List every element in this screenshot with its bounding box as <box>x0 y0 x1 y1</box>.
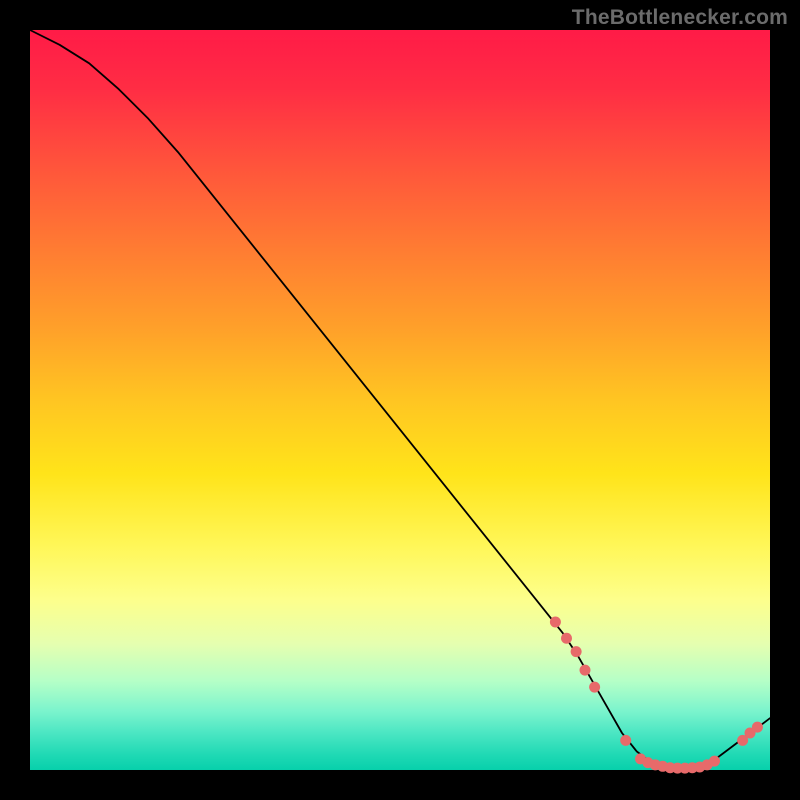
data-point <box>561 633 572 644</box>
data-points-group <box>550 617 763 774</box>
data-point <box>550 617 561 628</box>
data-point <box>752 722 763 733</box>
chart-root: TheBottlenecker.com <box>0 0 800 800</box>
chart-overlay-svg <box>30 30 770 770</box>
data-point <box>709 756 720 767</box>
data-point <box>571 646 582 657</box>
watermark-text: TheBottlenecker.com <box>572 6 788 30</box>
plot-area <box>30 30 770 770</box>
data-point <box>620 735 631 746</box>
data-point <box>589 682 600 693</box>
curve-line <box>30 30 770 769</box>
data-point <box>580 665 591 676</box>
